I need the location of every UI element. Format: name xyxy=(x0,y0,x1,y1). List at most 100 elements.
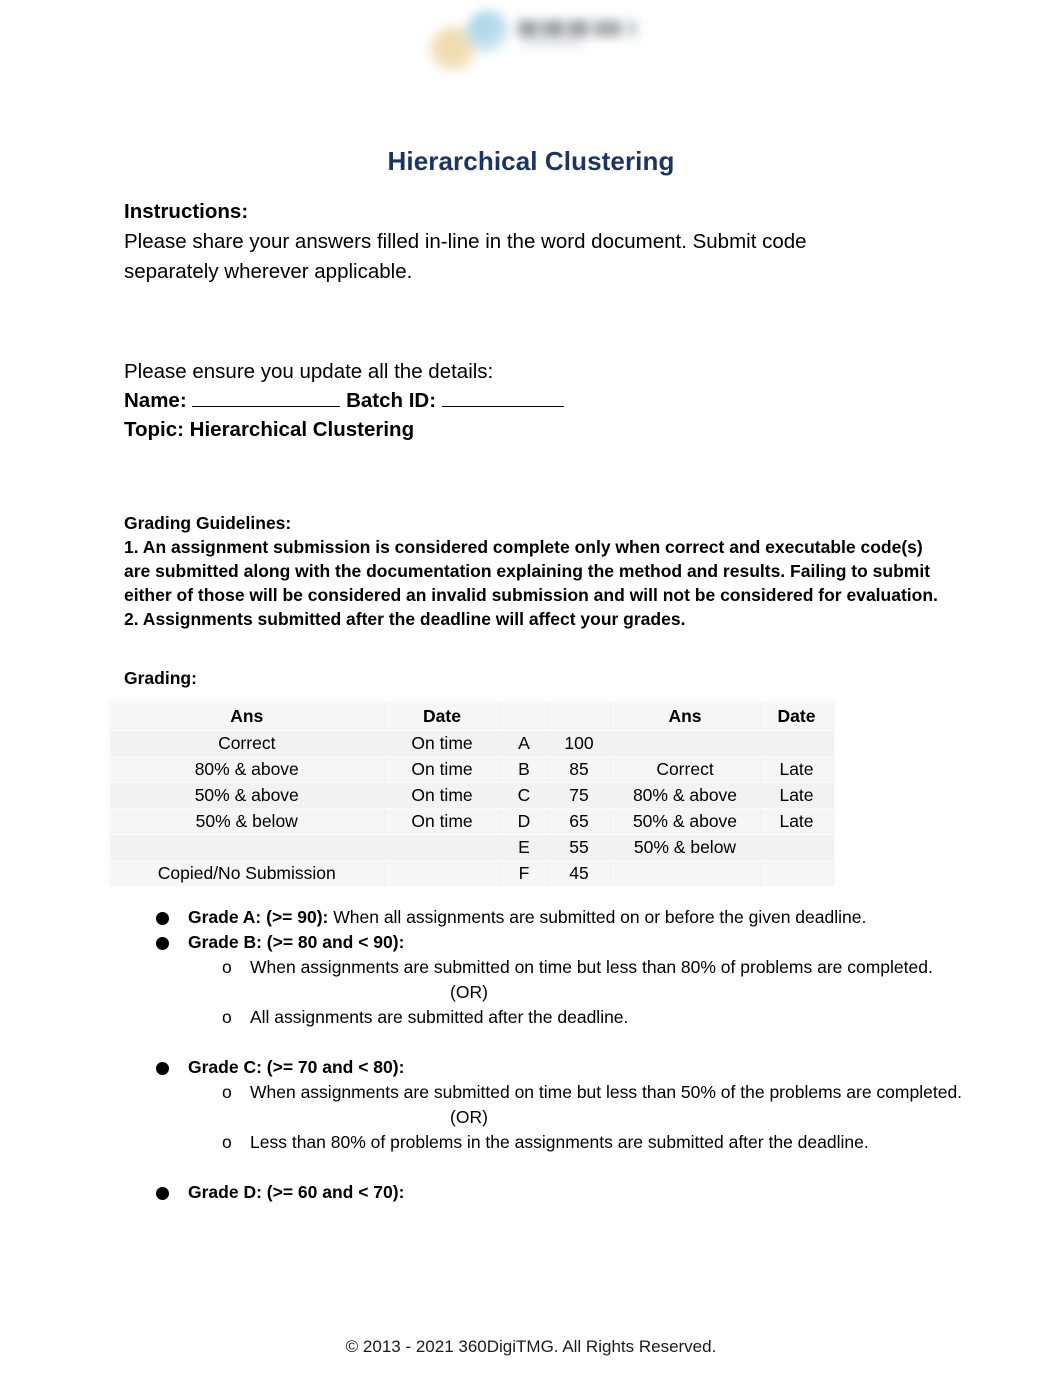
instructions-heading: Instructions: xyxy=(124,200,249,223)
cell-ans-ontime: 50% & above xyxy=(110,782,385,809)
grade-b-or-separator: (OR) xyxy=(450,982,488,1002)
cell-grade-letter: F xyxy=(500,860,549,887)
company-logo xyxy=(418,4,646,72)
cell-ans-late: Correct xyxy=(610,756,761,783)
cell-ans-late: 80% & above xyxy=(610,782,761,809)
grade-a-inline-text: When all assignments are submitted on or… xyxy=(328,907,867,927)
header-date-late: Date xyxy=(760,703,834,731)
grading-guidelines-body: 1. An assignment submission is considere… xyxy=(124,535,944,631)
cell-date-ontime: On time xyxy=(384,730,501,757)
cell-score: 100 xyxy=(548,730,611,757)
logo-blue-circle xyxy=(466,10,510,54)
page-footer: © 2013 - 2021 360DigiTMG. All Rights Res… xyxy=(345,1337,717,1356)
cell-date-ontime xyxy=(384,834,501,861)
grade-c-sub-2-text: Less than 80% of problems in the assignm… xyxy=(250,1132,869,1152)
header-score xyxy=(548,703,611,731)
cell-date-ontime: On time xyxy=(384,782,501,809)
table-row: Correct On time A 100 xyxy=(110,730,834,757)
cell-ans-late: 50% & below xyxy=(610,834,761,861)
cell-date-late xyxy=(760,860,834,887)
table-row: 50% & below On time D 65 50% & above Lat… xyxy=(110,808,834,835)
name-input-blank[interactable] xyxy=(192,406,341,407)
grade-a-heading: Grade A: (>= 90): xyxy=(188,907,329,927)
cell-score: 85 xyxy=(548,756,611,783)
grading-guideline-2: 2. Assignments submitted after the deadl… xyxy=(124,609,686,629)
cell-ans-ontime: 80% & above xyxy=(110,756,385,783)
logo-wordmark xyxy=(518,20,636,37)
grade-b-sub-2-text: All assignments are submitted after the … xyxy=(250,1007,629,1027)
header-date-ontime: Date xyxy=(384,703,501,731)
grade-b-sub-1-text: When assignments are submitted on time b… xyxy=(250,957,933,977)
table-row: 50% & above On time C 75 80% & above Lat… xyxy=(110,782,834,809)
cell-ans-ontime: Correct xyxy=(110,730,385,757)
bullet-icon xyxy=(156,937,169,950)
cell-score: 45 xyxy=(548,860,611,887)
table-header-row: Ans Date Ans Date xyxy=(110,703,834,731)
cell-grade-letter: E xyxy=(500,834,549,861)
sub-bullet-icon: o xyxy=(222,957,232,977)
header-ans-late: Ans xyxy=(610,703,761,731)
cell-ans-ontime xyxy=(110,834,385,861)
cell-date-late: Late xyxy=(760,808,834,835)
logo-tagline xyxy=(522,40,582,46)
grade-descriptions-list: Grade A: (>= 90): When all assignments a… xyxy=(124,905,974,1205)
cell-score: 75 xyxy=(548,782,611,809)
cell-grade-letter: D xyxy=(500,808,549,835)
instructions-body: Please share your answers filled in-line… xyxy=(124,230,807,283)
bullet-icon xyxy=(156,1187,169,1200)
sub-bullet-icon: o xyxy=(222,1132,232,1152)
cell-date-late xyxy=(760,730,834,757)
table-row: 80% & above On time B 85 Correct Late xyxy=(110,756,834,783)
cell-ans-late xyxy=(610,860,761,887)
list-item: Grade A: (>= 90): When all assignments a… xyxy=(124,905,974,930)
bullet-icon xyxy=(156,912,169,925)
table-row: E 55 50% & below xyxy=(110,834,834,861)
cell-ans-late: 50% & above xyxy=(610,808,761,835)
grading-label: Grading: xyxy=(124,668,197,688)
header-grade-letter xyxy=(500,703,549,731)
cell-score: 65 xyxy=(548,808,611,835)
grade-c-sub-2: o Less than 80% of problems in the assig… xyxy=(124,1130,974,1155)
header-ans-ontime: Ans xyxy=(110,703,385,731)
grading-guidelines-heading: Grading Guidelines: xyxy=(124,513,292,533)
grading-table: Ans Date Ans Date Correct On time A 100 … xyxy=(110,703,834,887)
page-title: Hierarchical Clustering xyxy=(387,146,675,176)
grade-c-or-separator: (OR) xyxy=(450,1107,488,1127)
grade-b-heading: Grade B: (>= 80 and < 90): xyxy=(188,932,405,952)
name-batch-line: Name: Batch ID: xyxy=(124,386,954,416)
sub-bullet-icon: o xyxy=(222,1082,232,1102)
cell-date-ontime: On time xyxy=(384,756,501,783)
list-item: Grade B: (>= 80 and < 90): xyxy=(124,930,974,955)
cell-ans-late xyxy=(610,730,761,757)
grade-b-sub-2: o All assignments are submitted after th… xyxy=(124,1005,974,1030)
grading-table-container: Ans Date Ans Date Correct On time A 100 … xyxy=(110,703,834,887)
cell-grade-letter: A xyxy=(500,730,549,757)
batch-id-input-blank[interactable] xyxy=(441,406,564,407)
cell-score: 55 xyxy=(548,834,611,861)
grade-b-sub-1: o When assignments are submitted on time… xyxy=(124,955,974,980)
cell-date-late xyxy=(760,834,834,861)
bullet-icon xyxy=(156,1062,169,1075)
name-label: Name: xyxy=(124,389,187,412)
update-details-line: Please ensure you update all the details… xyxy=(124,360,494,383)
list-item: Grade D: (>= 60 and < 70): xyxy=(124,1180,974,1205)
sub-bullet-icon: o xyxy=(222,1007,232,1027)
topic-line: Topic: Hierarchical Clustering xyxy=(124,418,415,441)
batch-id-label: Batch ID: xyxy=(346,389,437,412)
cell-ans-ontime: Copied/No Submission xyxy=(110,860,385,887)
cell-date-late: Late xyxy=(760,782,834,809)
grade-c-sub-1: o When assignments are submitted on time… xyxy=(124,1080,974,1105)
cell-ans-ontime: 50% & below xyxy=(110,808,385,835)
grade-d-heading: Grade D: (>= 60 and < 70): xyxy=(188,1182,405,1202)
grading-guideline-1: 1. An assignment submission is considere… xyxy=(124,537,938,605)
cell-date-ontime xyxy=(384,860,501,887)
list-item: Grade C: (>= 70 and < 80): xyxy=(124,1055,974,1080)
cell-date-late: Late xyxy=(760,756,834,783)
grade-c-heading: Grade C: (>= 70 and < 80): xyxy=(188,1057,405,1077)
logo-blur-layer xyxy=(418,4,646,72)
cell-date-ontime: On time xyxy=(384,808,501,835)
grade-c-sub-1-text: When assignments are submitted on time b… xyxy=(250,1082,963,1102)
table-row: Copied/No Submission F 45 xyxy=(110,860,834,887)
